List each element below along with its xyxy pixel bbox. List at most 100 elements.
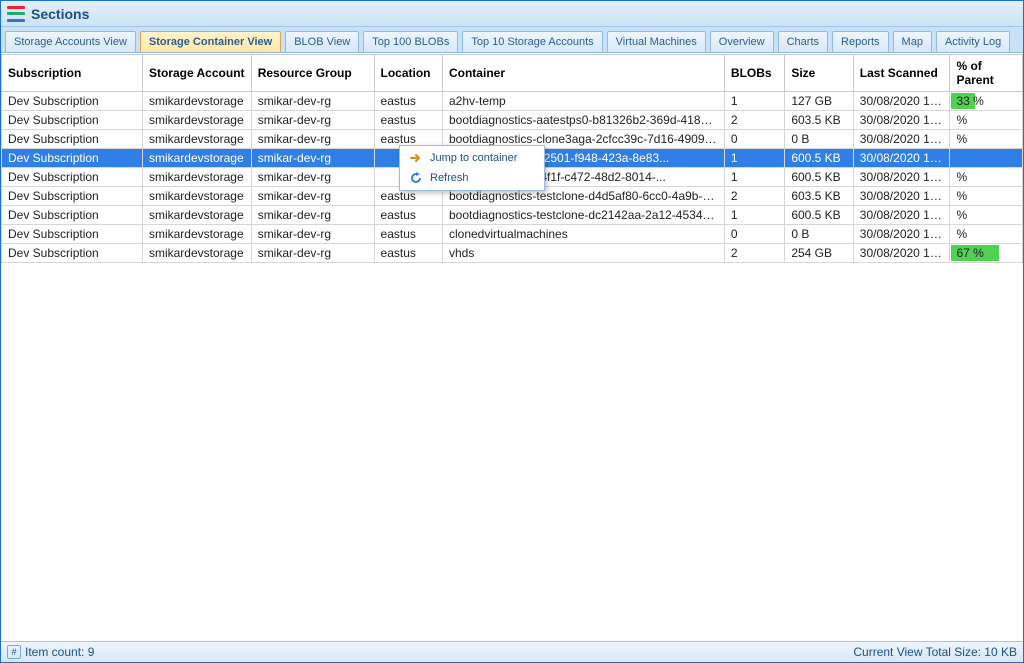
cell[interactable]: smikardevstorage <box>142 206 251 225</box>
column-header[interactable]: BLOBs <box>724 55 784 92</box>
cell[interactable]: 2 <box>724 244 784 263</box>
cell[interactable]: smikardevstorage <box>142 168 251 187</box>
cell[interactable]: 603.5 KB <box>785 111 853 130</box>
cell[interactable]: 30/08/2020 14:... <box>853 130 950 149</box>
pct-cell[interactable]: 33 % <box>950 92 1023 111</box>
pct-cell[interactable]: % <box>950 168 1023 187</box>
cell[interactable]: eastus <box>374 244 442 263</box>
column-header[interactable]: Size <box>785 55 853 92</box>
context-menu-item[interactable]: Refresh <box>402 168 542 188</box>
cell[interactable]: smikardevstorage <box>142 149 251 168</box>
cell[interactable]: eastus <box>374 206 442 225</box>
cell[interactable]: 30/08/2020 14:... <box>853 187 950 206</box>
tab-activity-log[interactable]: Activity Log <box>936 31 1010 52</box>
cell[interactable]: 2 <box>724 187 784 206</box>
cell[interactable]: smikar-dev-rg <box>251 111 374 130</box>
table-row[interactable]: Dev Subscriptionsmikardevstoragesmikar-d… <box>2 111 1023 130</box>
cell[interactable]: Dev Subscription <box>2 130 143 149</box>
pct-cell[interactable]: 67 % <box>950 244 1023 263</box>
cell[interactable]: smikardevstorage <box>142 187 251 206</box>
cell[interactable]: 600.5 KB <box>785 206 853 225</box>
column-header[interactable]: Container <box>442 55 724 92</box>
cell[interactable]: 0 B <box>785 130 853 149</box>
column-header[interactable]: Subscription <box>2 55 143 92</box>
cell[interactable]: 30/08/2020 14:... <box>853 149 950 168</box>
tab-blob-view[interactable]: BLOB View <box>285 31 359 52</box>
cell[interactable]: 0 <box>724 130 784 149</box>
pct-cell[interactable]: % <box>950 206 1023 225</box>
cell[interactable]: vhds <box>442 244 724 263</box>
cell[interactable]: 254 GB <box>785 244 853 263</box>
tab-overview[interactable]: Overview <box>710 31 774 52</box>
tab-virtual-machines[interactable]: Virtual Machines <box>607 31 706 52</box>
cell[interactable]: 0 <box>724 225 784 244</box>
pct-cell[interactable]: % <box>950 130 1023 149</box>
cell[interactable]: bootdiagnostics-testclone-dc2142aa-2a12-… <box>442 206 724 225</box>
table-row[interactable]: Dev Subscriptionsmikardevstoragesmikar-d… <box>2 92 1023 111</box>
pct-cell[interactable]: % <box>950 111 1023 130</box>
cell[interactable]: Dev Subscription <box>2 149 143 168</box>
cell[interactable]: 30/08/2020 14:... <box>853 206 950 225</box>
cell[interactable]: smikar-dev-rg <box>251 225 374 244</box>
cell[interactable]: Dev Subscription <box>2 92 143 111</box>
column-header[interactable]: Last Scanned <box>853 55 950 92</box>
cell[interactable]: 2 <box>724 111 784 130</box>
cell[interactable]: smikardevstorage <box>142 92 251 111</box>
tab-storage-accounts-view[interactable]: Storage Accounts View <box>5 31 136 52</box>
table-row[interactable]: Dev Subscriptionsmikardevstoragesmikar-d… <box>2 225 1023 244</box>
column-header[interactable]: Resource Group <box>251 55 374 92</box>
cell[interactable]: smikardevstorage <box>142 130 251 149</box>
cell[interactable]: Dev Subscription <box>2 225 143 244</box>
cell[interactable]: a2hv-temp <box>442 92 724 111</box>
cell[interactable]: 30/08/2020 14:... <box>853 225 950 244</box>
cell[interactable]: smikardevstorage <box>142 225 251 244</box>
cell[interactable]: eastus <box>374 92 442 111</box>
tab-reports[interactable]: Reports <box>832 31 889 52</box>
cell[interactable]: Dev Subscription <box>2 206 143 225</box>
tab-top-100-blobs[interactable]: Top 100 BLOBs <box>363 31 458 52</box>
cell[interactable]: smikar-dev-rg <box>251 149 374 168</box>
cell[interactable]: 30/08/2020 14:... <box>853 92 950 111</box>
tab-map[interactable]: Map <box>893 31 932 52</box>
tab-storage-container-view[interactable]: Storage Container View <box>140 31 281 52</box>
column-header[interactable]: Storage Account <box>142 55 251 92</box>
context-menu[interactable]: Jump to containerRefresh <box>399 145 545 191</box>
cell[interactable]: smikar-dev-rg <box>251 168 374 187</box>
cell[interactable]: 1 <box>724 92 784 111</box>
cell[interactable]: 600.5 KB <box>785 168 853 187</box>
cell[interactable]: smikar-dev-rg <box>251 206 374 225</box>
cell[interactable]: smikar-dev-rg <box>251 130 374 149</box>
cell[interactable]: 30/08/2020 14:... <box>853 244 950 263</box>
cell[interactable]: eastus <box>374 111 442 130</box>
cell[interactable]: smikar-dev-rg <box>251 244 374 263</box>
pct-cell[interactable]: % <box>950 225 1023 244</box>
cell[interactable]: smikardevstorage <box>142 244 251 263</box>
cell[interactable]: 127 GB <box>785 92 853 111</box>
context-menu-item[interactable]: Jump to container <box>402 148 542 168</box>
cell[interactable]: 603.5 KB <box>785 187 853 206</box>
cell[interactable]: Dev Subscription <box>2 168 143 187</box>
cell[interactable]: clonedvirtualmachines <box>442 225 724 244</box>
column-header[interactable]: Location <box>374 55 442 92</box>
cell[interactable]: 30/08/2020 14:... <box>853 168 950 187</box>
cell[interactable]: eastus <box>374 225 442 244</box>
cell[interactable]: Dev Subscription <box>2 111 143 130</box>
cell[interactable]: Dev Subscription <box>2 244 143 263</box>
table-row[interactable]: Dev Subscriptionsmikardevstoragesmikar-d… <box>2 206 1023 225</box>
table-row[interactable]: Dev Subscriptionsmikardevstoragesmikar-d… <box>2 244 1023 263</box>
cell[interactable]: smikar-dev-rg <box>251 187 374 206</box>
cell[interactable]: 0 B <box>785 225 853 244</box>
cell[interactable]: bootdiagnostics-aatestps0-b81326b2-369d-… <box>442 111 724 130</box>
cell[interactable]: smikardevstorage <box>142 111 251 130</box>
pct-cell[interactable]: % <box>950 149 1023 168</box>
column-header[interactable]: % of Parent <box>950 55 1023 92</box>
cell[interactable]: 30/08/2020 14:... <box>853 111 950 130</box>
tab-charts[interactable]: Charts <box>778 31 828 52</box>
cell[interactable]: 600.5 KB <box>785 149 853 168</box>
cell[interactable]: smikar-dev-rg <box>251 92 374 111</box>
cell[interactable]: 1 <box>724 168 784 187</box>
pct-cell[interactable]: % <box>950 187 1023 206</box>
cell[interactable]: 1 <box>724 149 784 168</box>
tab-top-10-storage-accounts[interactable]: Top 10 Storage Accounts <box>462 31 602 52</box>
header-row[interactable]: SubscriptionStorage AccountResource Grou… <box>2 55 1023 92</box>
